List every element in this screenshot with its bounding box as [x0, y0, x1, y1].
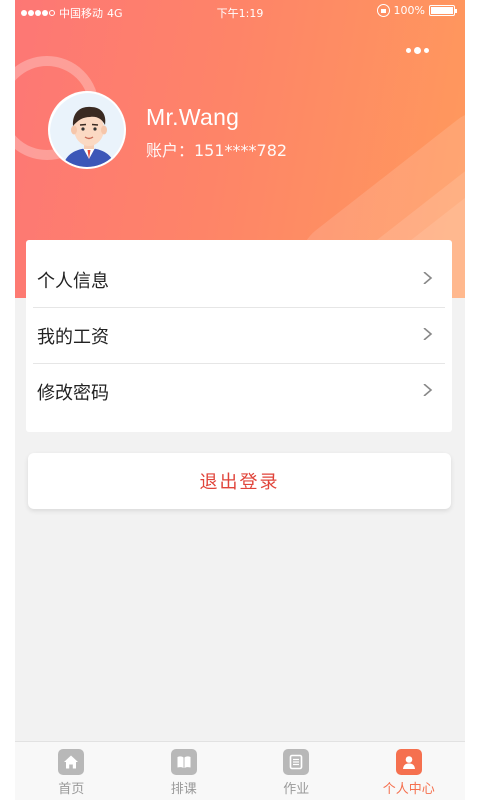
- menu-item-label: 我的工资: [37, 326, 109, 348]
- phone-screen: 中国移动 4G 下午1:19 100% Mr.Wang 账户：151****78…: [15, 0, 465, 800]
- logout-button[interactable]: 退出登录: [28, 453, 451, 509]
- rotation-lock-icon: [376, 4, 390, 17]
- tab-personal-center[interactable]: 个人中心: [353, 742, 466, 800]
- settings-menu: 个人信息 我的工资 修改密码: [26, 240, 452, 432]
- tab-home[interactable]: 首页: [15, 742, 128, 800]
- menu-item-my-salary[interactable]: 我的工资: [33, 308, 445, 364]
- menu-item-change-password[interactable]: 修改密码: [33, 364, 445, 420]
- battery-percent: 100%: [393, 4, 425, 17]
- user-icon: [395, 749, 422, 775]
- menu-item-personal-info[interactable]: 个人信息: [33, 252, 445, 308]
- battery-icon: [429, 5, 457, 16]
- tab-homework[interactable]: 作业: [240, 742, 353, 800]
- chevron-right-icon: [423, 384, 433, 396]
- avatar[interactable]: [48, 91, 126, 169]
- chevron-right-icon: [423, 272, 433, 284]
- chevron-right-icon: [423, 328, 433, 340]
- tab-label: 作业: [283, 782, 310, 797]
- status-bar: 中国移动 4G 下午1:19 100%: [15, 0, 465, 24]
- bottom-tab-bar: 首页 排课 作业 个人中心: [15, 741, 465, 800]
- menu-item-label: 个人信息: [37, 270, 109, 292]
- account-number: 账户：151****782: [146, 141, 288, 160]
- tab-schedule[interactable]: 排课: [128, 742, 241, 800]
- user-name: Mr.Wang: [146, 104, 240, 130]
- tab-label: 个人中心: [382, 782, 435, 797]
- book-icon: [170, 749, 197, 775]
- more-options-icon[interactable]: [401, 43, 433, 57]
- home-icon: [58, 749, 85, 775]
- tab-label: 排课: [170, 782, 197, 797]
- menu-item-label: 修改密码: [37, 383, 109, 404]
- user-avatar-icon: [50, 93, 124, 167]
- tab-label: 首页: [58, 782, 85, 797]
- document-icon: [283, 749, 310, 775]
